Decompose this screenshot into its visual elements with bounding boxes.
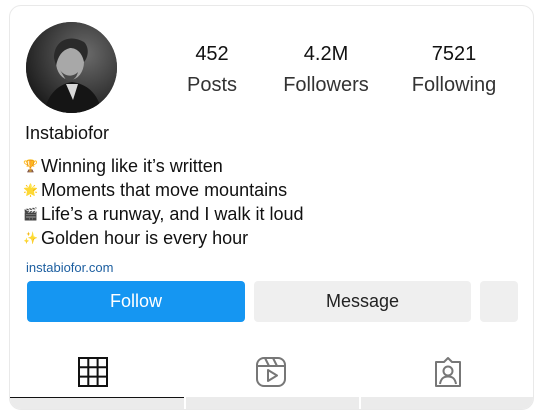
bio: 🏆 Winning like it’s written 🌟 Moments th… bbox=[23, 154, 303, 250]
stat-posts[interactable]: 452 Posts bbox=[182, 42, 242, 97]
stat-following[interactable]: 7521 Following bbox=[404, 42, 504, 97]
bio-line: 🎬 Life’s a runway, and I walk it loud bbox=[23, 202, 303, 226]
tab-indicator bbox=[186, 397, 359, 409]
avatar[interactable] bbox=[26, 22, 117, 113]
posts-label: Posts bbox=[186, 74, 238, 96]
reels-icon bbox=[256, 357, 286, 387]
message-button[interactable]: Message bbox=[254, 281, 471, 322]
grid-icon bbox=[78, 357, 108, 387]
following-count: 7521 bbox=[431, 43, 477, 65]
follow-button[interactable]: Follow bbox=[27, 281, 245, 322]
bio-line: 🌟 Moments that move mountains bbox=[23, 178, 303, 202]
username: Instabiofor bbox=[25, 123, 110, 143]
tab-indicator-active bbox=[10, 397, 184, 409]
followers-label: Followers bbox=[283, 74, 369, 96]
tab-indicator bbox=[361, 397, 533, 409]
bio-text: Moments that move mountains bbox=[41, 179, 288, 200]
tab-posts[interactable] bbox=[75, 354, 111, 390]
trophy-icon: 🏆 bbox=[23, 159, 38, 173]
bio-text: Life’s a runway, and I walk it loud bbox=[41, 203, 304, 224]
more-options-button[interactable] bbox=[480, 281, 518, 322]
bio-line: 🏆 Winning like it’s written bbox=[23, 154, 303, 178]
profile-link[interactable]: instabiofor.com bbox=[26, 260, 113, 275]
tagged-icon bbox=[435, 357, 461, 387]
profile-card: 452 Posts 4.2M Followers 7521 Following … bbox=[9, 5, 534, 410]
stat-followers[interactable]: 4.2M Followers bbox=[268, 42, 384, 97]
sparkles-icon: ✨ bbox=[23, 231, 38, 245]
tab-reels[interactable] bbox=[253, 354, 289, 390]
bio-line: ✨ Golden hour is every hour bbox=[23, 226, 303, 250]
clapper-icon: 🎬 bbox=[23, 207, 38, 221]
bio-text: Winning like it’s written bbox=[41, 155, 223, 176]
following-label: Following bbox=[411, 74, 497, 96]
posts-count: 452 bbox=[195, 43, 229, 65]
tab-tagged[interactable] bbox=[430, 354, 466, 390]
bio-text: Golden hour is every hour bbox=[41, 227, 249, 248]
star-icon: 🌟 bbox=[23, 183, 38, 197]
followers-count: 4.2M bbox=[303, 43, 349, 65]
